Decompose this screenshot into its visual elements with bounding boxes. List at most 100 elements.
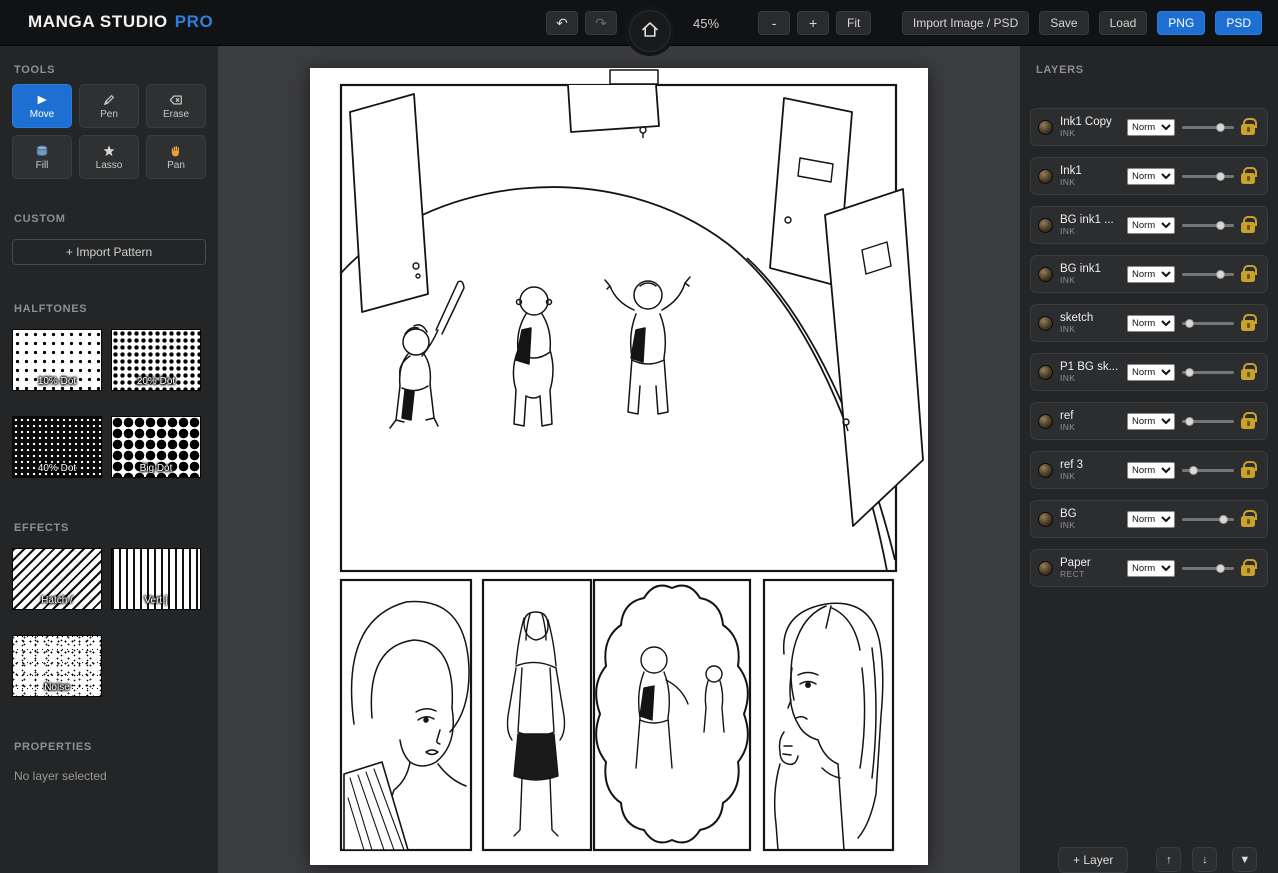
layer-blend-select[interactable]: Norm xyxy=(1127,461,1175,479)
layer-lock-icon[interactable] xyxy=(1241,167,1257,184)
canvas-area[interactable] xyxy=(218,46,1020,873)
layer-opacity-slider[interactable] xyxy=(1182,414,1234,428)
layer-row-p1-bg-sk[interactable]: P1 BG sk... INK Norm xyxy=(1030,353,1268,391)
custom-header: CUSTOM xyxy=(14,213,66,225)
layer-blend-select[interactable]: Norm xyxy=(1127,510,1175,528)
layer-row-paper[interactable]: Paper RECT Norm xyxy=(1030,549,1268,587)
layer-name: BG ink1 ... xyxy=(1060,213,1114,226)
layer-row-bg[interactable]: BG INK Norm xyxy=(1030,500,1268,538)
layer-blend-select[interactable]: Norm xyxy=(1127,363,1175,381)
layer-visibility-eye-icon[interactable] xyxy=(1038,364,1053,380)
zoom-in-button[interactable]: + xyxy=(797,11,830,35)
halftone-swatch-40-dot[interactable]: 40% Dot xyxy=(12,416,102,478)
opacity-slider-knob[interactable] xyxy=(1185,318,1195,328)
layer-row-sketch[interactable]: sketch INK Norm xyxy=(1030,304,1268,342)
layer-row-ink1-copy[interactable]: Ink1 Copy INK Norm xyxy=(1030,108,1268,146)
layer-visibility-eye-icon[interactable] xyxy=(1038,266,1053,282)
layer-lock-icon[interactable] xyxy=(1241,363,1257,380)
import-pattern-button[interactable]: + Import Pattern xyxy=(12,239,206,265)
zoom-out-button[interactable]: - xyxy=(758,11,791,35)
layer-visibility-eye-icon[interactable] xyxy=(1038,462,1053,478)
layer-opacity-slider[interactable] xyxy=(1182,120,1234,134)
layer-opacity-slider[interactable] xyxy=(1182,267,1234,281)
layer-visibility-eye-icon[interactable] xyxy=(1038,315,1053,331)
collapse-panel-button[interactable]: ▼ xyxy=(1232,847,1258,872)
home-button[interactable] xyxy=(629,10,671,52)
layer-blend-select[interactable]: Norm xyxy=(1127,412,1175,430)
tool-lasso[interactable]: Lasso xyxy=(79,135,139,179)
move-layer-down-button[interactable]: ↓ xyxy=(1192,847,1218,872)
tool-move[interactable]: Move xyxy=(12,84,72,128)
tool-pen[interactable]: Pen xyxy=(79,84,139,128)
layer-lock-icon[interactable] xyxy=(1241,559,1257,576)
export-psd-button[interactable]: PSD xyxy=(1215,11,1262,35)
opacity-slider-knob[interactable] xyxy=(1216,269,1226,279)
save-button[interactable]: Save xyxy=(1039,11,1089,35)
effect-swatch-hatch[interactable]: Hatch / xyxy=(12,548,102,610)
fit-button[interactable]: Fit xyxy=(836,11,872,35)
layer-blend-select[interactable]: Norm xyxy=(1127,265,1175,283)
tool-fill[interactable]: Fill xyxy=(12,135,72,179)
move-layer-up-button[interactable]: ↑ xyxy=(1156,847,1182,872)
properties-header: PROPERTIES xyxy=(14,741,92,753)
load-button[interactable]: Load xyxy=(1098,11,1148,35)
layer-opacity-slider[interactable] xyxy=(1182,218,1234,232)
layer-type: INK xyxy=(1060,421,1076,432)
layer-blend-select[interactable]: Norm xyxy=(1127,314,1175,332)
layer-row-ink1[interactable]: Ink1 INK Norm xyxy=(1030,157,1268,195)
layer-visibility-eye-icon[interactable] xyxy=(1038,119,1053,135)
layer-lock-icon[interactable] xyxy=(1241,118,1257,135)
canvas-page[interactable] xyxy=(310,68,928,865)
layer-visibility-eye-icon[interactable] xyxy=(1038,413,1053,429)
layer-row-ref-3[interactable]: ref 3 INK Norm xyxy=(1030,451,1268,489)
opacity-slider-knob[interactable] xyxy=(1216,171,1226,181)
layer-row-ref[interactable]: ref INK Norm xyxy=(1030,402,1268,440)
layer-blend-select[interactable]: Norm xyxy=(1127,167,1175,185)
redo-button[interactable]: ↷ xyxy=(585,11,617,35)
halftone-swatch-big-dot[interactable]: Big Dot xyxy=(111,416,201,478)
tool-pan[interactable]: Pan xyxy=(146,135,206,179)
layer-opacity-slider[interactable] xyxy=(1182,169,1234,183)
layer-row-bg-ink1[interactable]: BG ink1 INK Norm xyxy=(1030,255,1268,293)
layer-lock-icon[interactable] xyxy=(1241,412,1257,429)
layer-lock-icon[interactable] xyxy=(1241,461,1257,478)
layer-blend-select[interactable]: Norm xyxy=(1127,559,1175,577)
opacity-slider-knob[interactable] xyxy=(1185,416,1195,426)
layer-visibility-eye-icon[interactable] xyxy=(1038,217,1053,233)
layer-opacity-slider[interactable] xyxy=(1182,463,1234,477)
opacity-slider-track xyxy=(1182,273,1234,276)
layer-visibility-eye-icon[interactable] xyxy=(1038,511,1053,527)
swatch-label: 10% Dot xyxy=(37,376,77,387)
effect-swatch-vertical[interactable]: Vert | xyxy=(111,548,201,610)
layer-meta: Ink1 Copy INK xyxy=(1060,116,1120,139)
layer-name: ref 3 xyxy=(1060,458,1084,471)
layer-blend-select[interactable]: Norm xyxy=(1127,118,1175,136)
layer-opacity-slider[interactable] xyxy=(1182,365,1234,379)
opacity-slider-knob[interactable] xyxy=(1216,563,1226,573)
halftone-swatch-20-dot[interactable]: 20% Dot xyxy=(111,329,201,391)
layer-row-bg-ink1[interactable]: BG ink1 ... INK Norm xyxy=(1030,206,1268,244)
opacity-slider-knob[interactable] xyxy=(1218,514,1228,524)
layer-lock-icon[interactable] xyxy=(1241,510,1257,527)
tool-erase[interactable]: Erase xyxy=(146,84,206,128)
halftone-swatch-10-dot[interactable]: 10% Dot xyxy=(12,329,102,391)
opacity-slider-knob[interactable] xyxy=(1185,367,1195,377)
layer-visibility-eye-icon[interactable] xyxy=(1038,560,1053,576)
layer-blend-select[interactable]: Norm xyxy=(1127,216,1175,234)
layer-lock-icon[interactable] xyxy=(1241,216,1257,233)
layer-lock-icon[interactable] xyxy=(1241,265,1257,282)
layer-opacity-slider[interactable] xyxy=(1182,316,1234,330)
layer-visibility-eye-icon[interactable] xyxy=(1038,168,1053,184)
opacity-slider-knob[interactable] xyxy=(1216,122,1226,132)
opacity-slider-knob[interactable] xyxy=(1216,220,1226,230)
layer-lock-icon[interactable] xyxy=(1241,314,1257,331)
add-layer-button[interactable]: + Layer xyxy=(1058,847,1129,873)
export-png-button[interactable]: PNG xyxy=(1157,11,1206,35)
layer-type: INK xyxy=(1060,176,1076,187)
opacity-slider-knob[interactable] xyxy=(1188,465,1198,475)
undo-button[interactable]: ↶ xyxy=(546,11,578,35)
layer-opacity-slider[interactable] xyxy=(1182,512,1234,526)
import-image-psd-button[interactable]: Import Image / PSD xyxy=(901,11,1030,35)
layer-opacity-slider[interactable] xyxy=(1182,561,1234,575)
effect-swatch-noise[interactable]: Noise xyxy=(12,635,102,697)
